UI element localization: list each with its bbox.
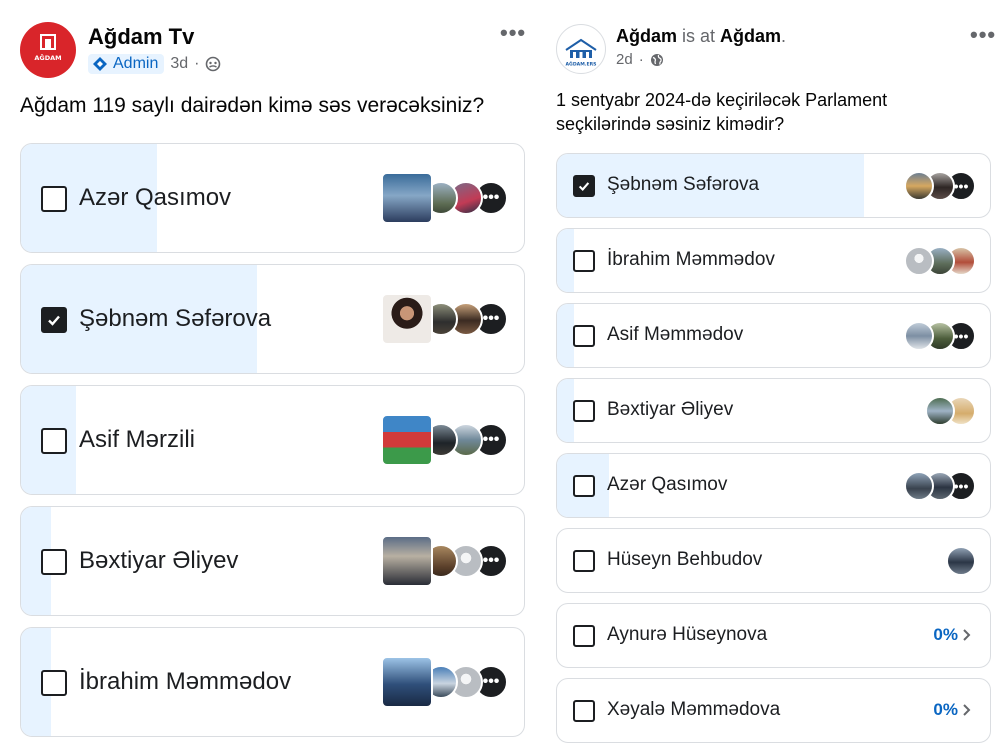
chevron-right-icon	[963, 704, 971, 716]
poll-option[interactable]: Bəxtiyar Əliyev	[556, 378, 991, 443]
poll-option[interactable]: İbrahim Məmmədov •••	[20, 627, 525, 737]
poll-option[interactable]: Xəyalə Məmmədova 0%	[556, 678, 991, 743]
voter-avatars[interactable]	[904, 246, 976, 276]
right-post: AĞDAM.ERS Ağdam is at Ağdam. 2d · ••• 1 …	[540, 0, 1000, 756]
candidate-photo	[381, 414, 433, 466]
voter-avatars[interactable]	[925, 396, 976, 426]
option-label: Hüseyn Behbudov	[607, 549, 763, 570]
left-post-header: AĞDAM Ağdam Tv Admin 3d ·	[20, 22, 221, 78]
avatar-text: AĞDAM.ERS	[566, 61, 597, 68]
voter-avatars[interactable]: •••	[381, 414, 508, 466]
default-avatar-icon	[904, 246, 934, 276]
poll-option[interactable]: Azər Qasımov •••	[20, 143, 525, 253]
option-checkbox[interactable]	[41, 186, 67, 212]
poll-option[interactable]: Şəbnəm Səfərova •••	[556, 153, 991, 218]
option-checkbox[interactable]	[41, 428, 67, 454]
option-label: Aynurə Hüseynova	[607, 624, 768, 645]
agdam-tv-logo-icon: AĞDAM	[34, 34, 62, 62]
option-checkbox[interactable]	[573, 700, 595, 722]
option-label: Bəxtiyar Əliyev	[607, 399, 734, 420]
option-checkbox[interactable]	[41, 670, 67, 696]
admin-diamond-icon	[93, 57, 107, 71]
voter-avatar	[904, 321, 934, 351]
candidate-photo	[381, 293, 433, 345]
candidate-photo	[381, 535, 433, 587]
voter-avatar	[925, 396, 955, 426]
poll-option[interactable]: Aynurə Hüseynova 0%	[556, 603, 991, 668]
option-checkbox[interactable]	[573, 400, 595, 422]
voter-avatar	[904, 471, 934, 501]
avatar-text: AĞDAM	[34, 53, 61, 62]
poll-option[interactable]: Hüseyn Behbudov	[556, 528, 991, 593]
voter-avatars[interactable]: •••	[381, 293, 508, 345]
percent-value: 0%	[933, 700, 958, 719]
period: .	[781, 26, 787, 46]
poll-option[interactable]: Şəbnəm Səfərova •••	[20, 264, 525, 374]
left-post: AĞDAM Ağdam Tv Admin 3d · ••• Ağdam 119 …	[0, 0, 540, 756]
poll-option[interactable]: Asif Məmmədov •••	[556, 303, 991, 368]
right-post-header: AĞDAM.ERS Ağdam is at Ağdam. 2d ·	[556, 24, 786, 74]
agdam-logo-icon: AĞDAM.ERS	[565, 38, 597, 68]
option-checkbox[interactable]	[573, 175, 595, 197]
agdam-avatar[interactable]: AĞDAM.ERS	[556, 24, 606, 74]
voter-avatars[interactable]: •••	[904, 171, 976, 201]
more-options-button[interactable]: •••	[500, 20, 526, 46]
poll-option[interactable]: Azər Qasımov •••	[556, 453, 991, 518]
candidate-photo	[381, 656, 433, 708]
option-checkbox[interactable]	[573, 325, 595, 347]
percent-value: 0%	[933, 625, 958, 644]
option-label: Bəxtiyar Əliyev	[79, 547, 239, 574]
poll-question: 1 sentyabr 2024-də keçiriləcək Parlament…	[556, 88, 887, 136]
option-label: Şəbnəm Səfərova	[607, 174, 760, 195]
voter-avatars[interactable]: •••	[904, 321, 976, 351]
option-label: Asif Məmmədov	[607, 324, 744, 345]
is-at-text: is at	[677, 26, 721, 46]
percent-indicator[interactable]: 0%	[933, 700, 972, 720]
post-author-line: Ağdam is at Ağdam.	[616, 26, 786, 47]
voter-avatar	[946, 546, 976, 576]
option-checkbox[interactable]	[573, 250, 595, 272]
option-label: İbrahim Məmmədov	[607, 249, 775, 270]
poll-option[interactable]: İbrahim Məmmədov	[556, 228, 991, 293]
voter-avatars[interactable]: •••	[904, 471, 976, 501]
option-checkbox[interactable]	[573, 550, 595, 572]
more-options-button[interactable]: •••	[970, 22, 996, 48]
voter-avatar	[904, 171, 934, 201]
question-line-1: 1 sentyabr 2024-də keçiriləcək Parlament	[556, 90, 888, 110]
question-line-2: seçkilərində səsiniz kimədir?	[556, 114, 785, 134]
option-checkbox[interactable]	[573, 625, 595, 647]
option-label: Şəbnəm Səfərova	[79, 305, 272, 332]
option-label: İbrahim Məmmədov	[79, 668, 292, 695]
option-label: Azər Qasımov	[79, 184, 232, 211]
location-name[interactable]: Ağdam	[720, 26, 781, 46]
check-icon	[48, 315, 60, 326]
option-checkbox[interactable]	[41, 549, 67, 575]
post-time[interactable]: 2d	[616, 51, 633, 68]
voter-avatars[interactable]	[946, 546, 976, 576]
poll-question: Ağdam 119 saylı dairədən kimə səs verəcə…	[20, 94, 485, 117]
post-time[interactable]: 3d	[170, 55, 188, 73]
voter-avatars[interactable]: •••	[381, 172, 508, 224]
candidate-photo	[381, 172, 433, 224]
admin-label: Admin	[113, 55, 159, 72]
voter-avatars[interactable]: •••	[381, 656, 508, 708]
agdam-tv-avatar[interactable]: AĞDAM	[20, 22, 76, 78]
option-label: Asif Mərzili	[79, 426, 196, 453]
page-name[interactable]: Ağdam	[616, 26, 677, 46]
globe-icon	[650, 53, 663, 66]
chevron-right-icon	[963, 629, 971, 641]
option-checkbox[interactable]	[573, 475, 595, 497]
page-name[interactable]: Ağdam Tv	[88, 24, 221, 50]
percent-indicator[interactable]: 0%	[933, 625, 972, 645]
voter-avatars[interactable]: •••	[381, 535, 508, 587]
option-checkbox[interactable]	[41, 307, 67, 333]
option-label: Azər Qasımov	[607, 474, 728, 495]
group-icon	[206, 56, 221, 72]
option-label: Xəyalə Məmmədova	[607, 699, 781, 720]
check-icon	[578, 182, 590, 192]
poll-option[interactable]: Bəxtiyar Əliyev •••	[20, 506, 525, 616]
poll-option[interactable]: Asif Mərzili •••	[20, 385, 525, 495]
admin-badge: Admin	[88, 54, 165, 74]
